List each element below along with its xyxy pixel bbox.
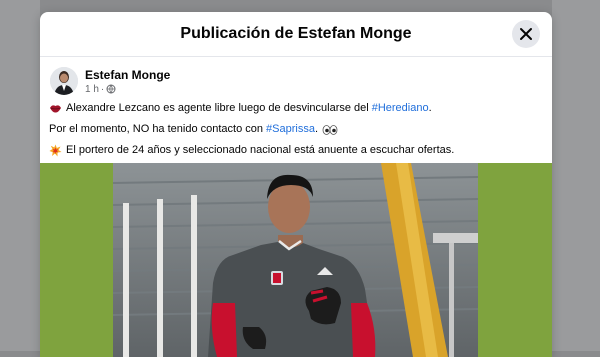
modal-header: Publicación de Estefan Monge bbox=[40, 12, 552, 57]
post-time[interactable]: 1 h bbox=[85, 84, 99, 95]
post-line-1-suffix: . bbox=[428, 102, 432, 114]
post-media[interactable] bbox=[40, 163, 552, 357]
post-header: Estefan Monge 1 h · bbox=[40, 57, 552, 95]
globe-icon bbox=[106, 84, 116, 94]
eyes-emoji bbox=[322, 124, 338, 135]
post-text: Alexandre Lezcano es agente libre luego … bbox=[40, 95, 552, 158]
post-line-3: El portero de 24 años y seleccionado nac… bbox=[49, 143, 543, 158]
close-button[interactable] bbox=[512, 20, 540, 48]
post-line-2-text: Por el momento, NO ha tenido contacto co… bbox=[49, 123, 264, 135]
close-icon bbox=[520, 28, 532, 40]
post-line-2-suffix: . bbox=[314, 123, 318, 135]
post-photo[interactable] bbox=[113, 163, 478, 357]
meta-separator: · bbox=[100, 83, 105, 95]
post-meta: 1 h · bbox=[85, 84, 170, 95]
goalkeeper-photo bbox=[113, 163, 478, 357]
hashtag-saprissa[interactable]: #Saprissa bbox=[266, 122, 315, 137]
post-line-1: Alexandre Lezcano es agente libre luego … bbox=[49, 101, 543, 116]
author-name[interactable]: Estefan Monge bbox=[85, 68, 170, 82]
boom-emoji bbox=[49, 144, 62, 157]
post-line-3-text: El portero de 24 años y seleccionado nac… bbox=[66, 144, 455, 156]
lips-emoji bbox=[50, 105, 61, 113]
post-modal: Publicación de Estefan Monge Estefan Mon… bbox=[40, 12, 552, 357]
post-line-2: Por el momento, NO ha tenido contacto co… bbox=[49, 122, 543, 137]
avatar[interactable] bbox=[50, 67, 78, 95]
backdrop-right bbox=[552, 0, 600, 351]
hashtag-herediano[interactable]: #Herediano bbox=[372, 101, 429, 116]
post-line-1-text: Alexandre Lezcano es agente libre luego … bbox=[66, 102, 369, 114]
backdrop-left bbox=[0, 0, 40, 351]
modal-title: Publicación de Estefan Monge bbox=[180, 25, 412, 42]
avatar-image bbox=[50, 67, 78, 95]
